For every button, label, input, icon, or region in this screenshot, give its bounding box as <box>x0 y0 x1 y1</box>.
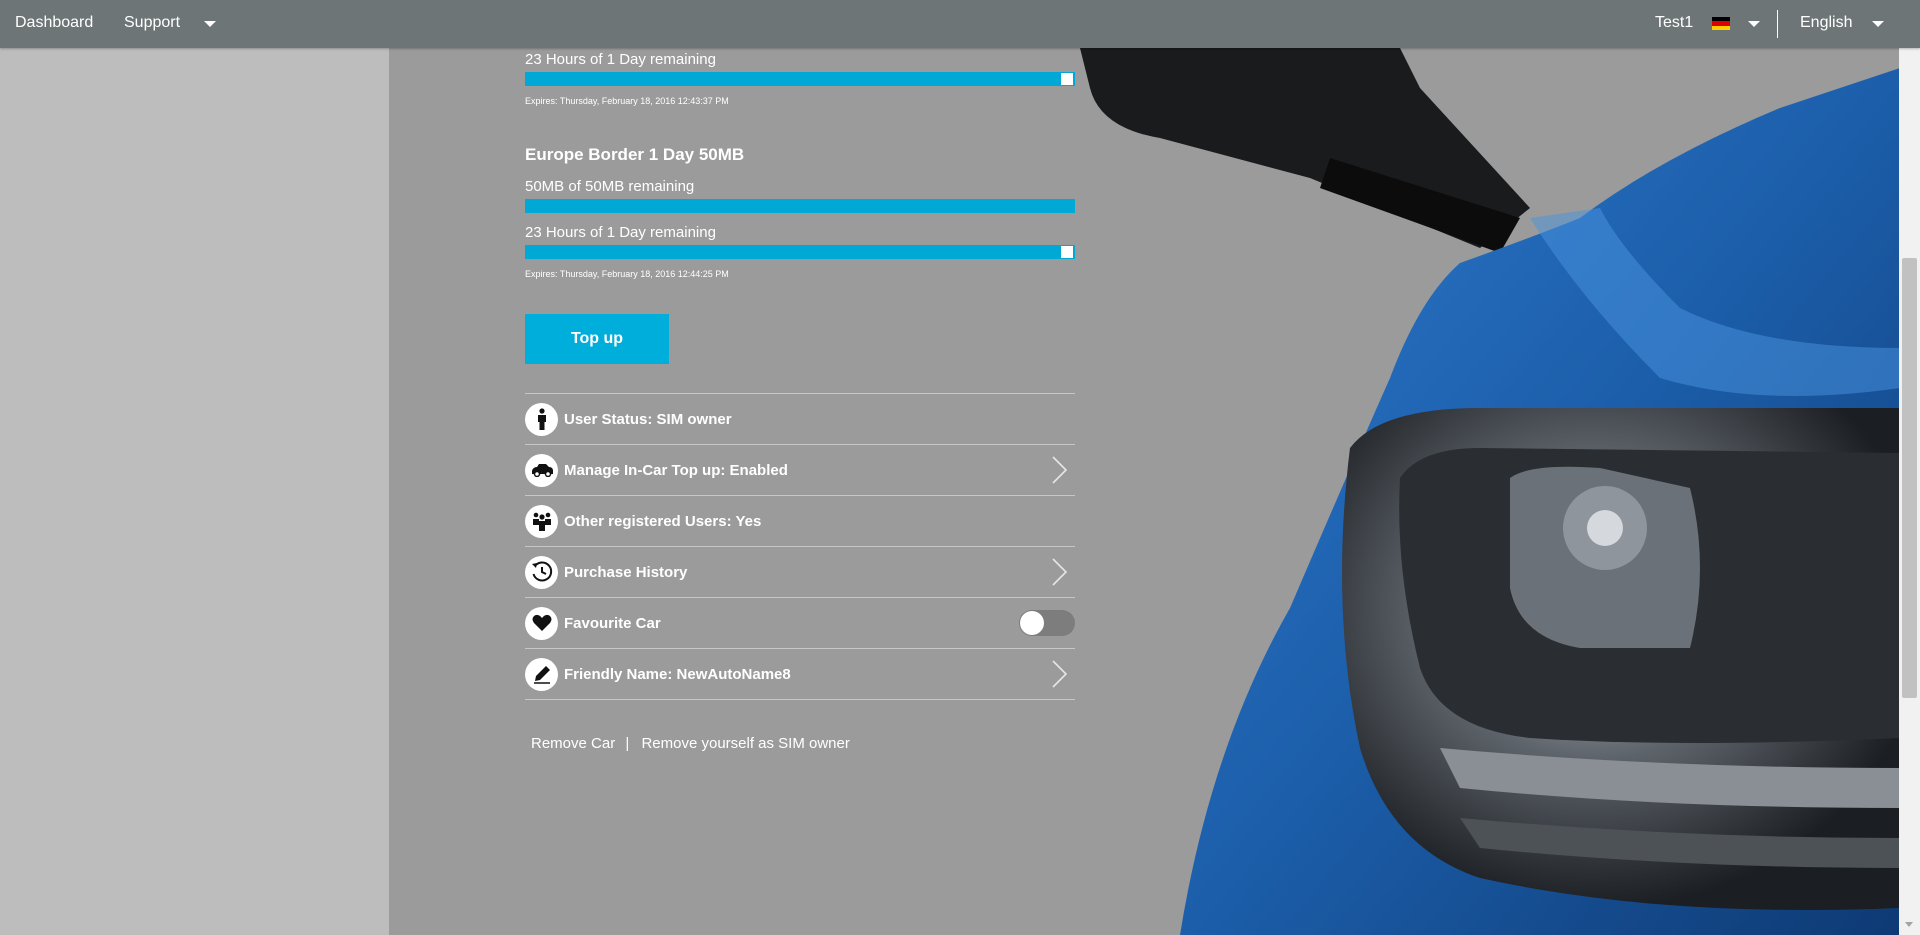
nav-dashboard-link[interactable]: Dashboard <box>15 14 93 32</box>
chevron-right-icon[interactable] <box>1044 660 1072 688</box>
user-caret-down-icon[interactable] <box>1748 21 1760 27</box>
favourite-car-row: Favourite Car <box>525 598 1075 649</box>
friendly-name-row[interactable]: Friendly Name: NewAutoName8 <box>525 649 1075 700</box>
person-icon <box>525 402 558 436</box>
chevron-right-icon[interactable] <box>1044 456 1072 484</box>
user-menu-name[interactable]: Test1 <box>1655 14 1693 32</box>
plan2-data-remaining: 50MB of 50MB remaining <box>525 178 695 195</box>
top-up-button[interactable]: Top up <box>525 314 669 364</box>
support-caret-down-icon[interactable] <box>204 21 216 27</box>
plan2-time-progress-bar <box>525 245 1075 259</box>
plan2-time-progress-knob <box>1061 246 1073 258</box>
plan1-time-progress-knob <box>1061 73 1073 85</box>
purchase-history-row[interactable]: Purchase History <box>525 547 1075 598</box>
plan2-time-remaining: 23 Hours of 1 Day remaining <box>525 224 716 241</box>
nav-support-link[interactable]: Support <box>124 14 180 32</box>
user-status-label: User Status: SIM owner <box>564 410 732 428</box>
plan1-expires: Expires: Thursday, February 18, 2016 12:… <box>525 96 729 106</box>
users-icon <box>525 504 558 538</box>
plan1-time-progress-bar <box>525 72 1075 86</box>
user-status-row: User Status: SIM owner <box>525 394 1075 445</box>
scrollbar-thumb[interactable] <box>1902 258 1917 698</box>
chevron-right-icon[interactable] <box>1044 558 1072 586</box>
language-caret-down-icon[interactable] <box>1872 21 1884 27</box>
car-headlight-image <box>1060 48 1900 935</box>
german-flag-icon <box>1712 17 1730 30</box>
favourite-car-label: Favourite Car <box>564 614 661 632</box>
car-icon <box>525 453 558 487</box>
car-settings-list: User Status: SIM owner Manage In-Car Top… <box>525 393 1075 700</box>
in-car-topup-label: Manage In-Car Top up: Enabled <box>564 461 788 479</box>
language-selector[interactable]: English <box>1800 14 1852 32</box>
purchase-history-label: Purchase History <box>564 563 688 581</box>
favourite-car-toggle-thumb <box>1020 611 1044 635</box>
favourite-car-toggle[interactable] <box>1019 610 1075 636</box>
footer-separator: | <box>625 735 630 752</box>
other-users-row: Other registered Users: Yes <box>525 496 1075 547</box>
heart-icon <box>525 606 558 640</box>
plan1-time-remaining: 23 Hours of 1 Day remaining <box>525 51 716 68</box>
plan2-data-progress-bar <box>525 199 1075 213</box>
pencil-icon <box>525 657 558 691</box>
top-navigation-bar: Dashboard Support Test1 English <box>0 0 1920 48</box>
nav-divider <box>1777 10 1778 38</box>
remove-car-link[interactable]: Remove Car <box>531 735 615 752</box>
remove-sim-owner-link[interactable]: Remove yourself as SIM owner <box>641 735 849 752</box>
footer-links: Remove Car | Remove yourself as SIM owne… <box>531 735 850 752</box>
plan2-title: Europe Border 1 Day 50MB <box>525 145 745 164</box>
other-users-label: Other registered Users: Yes <box>564 512 762 530</box>
left-sidebar-panel <box>0 48 389 935</box>
plan2-expires: Expires: Thursday, February 18, 2016 12:… <box>525 269 729 279</box>
history-icon <box>525 555 558 589</box>
in-car-topup-row[interactable]: Manage In-Car Top up: Enabled <box>525 445 1075 496</box>
scroll-down-arrow-icon[interactable] <box>1905 922 1913 927</box>
friendly-name-label: Friendly Name: NewAutoName8 <box>564 665 791 683</box>
